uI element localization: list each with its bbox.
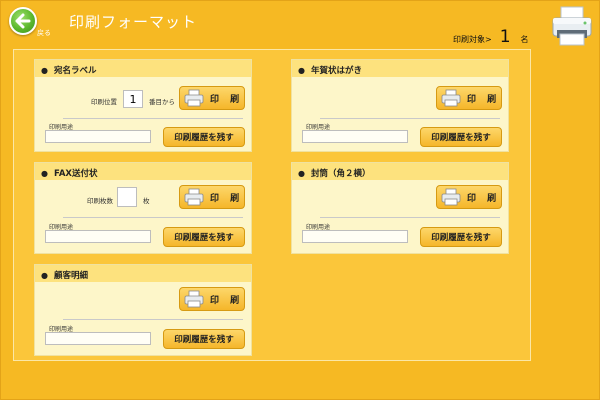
usage-input[interactable] (302, 130, 408, 143)
divider (63, 319, 243, 320)
card-address-label: ● 宛名ラベル 印刷位置 番目から 印 刷 印刷用途 印刷履歴を残す (34, 59, 252, 152)
printer-icon (184, 290, 204, 308)
copies-suffix: 枚 (143, 197, 150, 205)
keep-history-button[interactable]: 印刷履歴を残す (420, 127, 502, 147)
card-fax: ● FAX送付状 印刷枚数 枚 印 刷 印刷用途 印刷履歴を残す (34, 162, 252, 254)
print-button[interactable]: 印 刷 (179, 86, 245, 110)
print-button[interactable]: 印 刷 (179, 287, 245, 311)
divider (63, 118, 243, 119)
position-suffix: 番目から (149, 98, 175, 106)
keep-history-button[interactable]: 印刷履歴を残す (420, 227, 502, 247)
divider (320, 118, 500, 119)
back-button[interactable] (9, 7, 37, 35)
divider (320, 217, 500, 218)
print-button-label: 印 刷 (210, 193, 244, 204)
print-target: 印刷対象> 1 名 (453, 27, 529, 47)
page-title: 印刷フォーマット (69, 13, 198, 31)
print-button[interactable]: 印 刷 (436, 86, 502, 110)
usage-input[interactable] (45, 230, 151, 243)
position-input[interactable] (123, 90, 143, 108)
back-arrow-icon (15, 13, 31, 29)
format-panel: ● 宛名ラベル 印刷位置 番目から 印 刷 印刷用途 印刷履歴を残す ● (13, 49, 531, 361)
print-button-label: 印 刷 (210, 295, 244, 306)
back-label: 戻る (37, 29, 51, 37)
print-target-unit: 名 (520, 35, 529, 44)
keep-history-button[interactable]: 印刷履歴を残す (163, 227, 245, 247)
card-title: 年賀状はがき (310, 66, 362, 76)
print-button[interactable]: 印 刷 (436, 185, 502, 209)
printer-icon (184, 89, 204, 107)
print-target-count: 1 (499, 27, 511, 47)
printer-icon[interactable] (551, 6, 593, 46)
divider (63, 217, 243, 218)
card-title: FAX送付状 (53, 169, 98, 179)
printer-icon (184, 188, 204, 206)
card-title: 顧客明細 (53, 271, 88, 281)
card-title: 封筒（角２横） (310, 169, 371, 179)
card-new-year-card: ● 年賀状はがき 印 刷 印刷用途 印刷履歴を残す (291, 59, 509, 152)
print-button[interactable]: 印 刷 (179, 185, 245, 209)
keep-history-button[interactable]: 印刷履歴を残す (163, 329, 245, 349)
bullet-icon: ● (41, 270, 48, 280)
printer-icon (441, 188, 461, 206)
bullet-icon: ● (298, 168, 305, 178)
usage-input[interactable] (302, 230, 408, 243)
app-window: 戻る 印刷フォーマット 印刷対象> 1 名 ● 宛名ラベル 印刷位置 番目から (0, 0, 600, 400)
print-button-label: 印 刷 (467, 193, 501, 204)
print-button-label: 印 刷 (210, 94, 244, 105)
bullet-icon: ● (41, 168, 48, 178)
usage-input[interactable] (45, 130, 151, 143)
print-target-label: 印刷対象> (453, 35, 492, 44)
usage-input[interactable] (45, 332, 151, 345)
copies-label: 印刷枚数 (87, 197, 113, 205)
card-envelope: ● 封筒（角２横） 印 刷 印刷用途 印刷履歴を残す (291, 162, 509, 254)
bullet-icon: ● (298, 65, 305, 75)
print-button-label: 印 刷 (467, 94, 501, 105)
card-title: 宛名ラベル (53, 66, 97, 76)
copies-input[interactable] (117, 187, 137, 207)
position-label: 印刷位置 (91, 98, 117, 106)
keep-history-button[interactable]: 印刷履歴を残す (163, 127, 245, 147)
bullet-icon: ● (41, 65, 48, 75)
printer-icon (441, 89, 461, 107)
card-customer-detail: ● 顧客明細 印 刷 印刷用途 印刷履歴を残す (34, 264, 252, 356)
